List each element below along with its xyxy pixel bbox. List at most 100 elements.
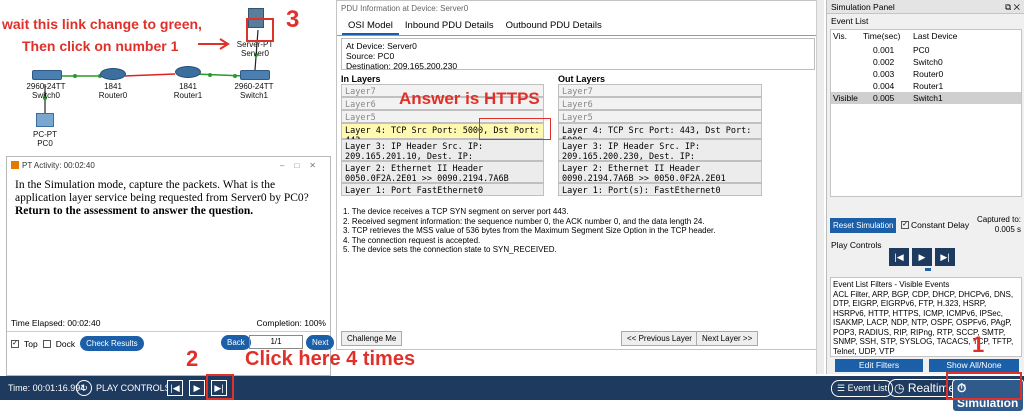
annotation-number-3: 3: [286, 6, 300, 33]
filters-list: ACL Filter, ARP, BGP, CDP, DHCP, DHCPv6,…: [833, 289, 1014, 356]
tab-outbound-pdu[interactable]: Outbound PDU Details: [500, 18, 608, 35]
constant-delay-checkbox[interactable]: ✓: [901, 221, 909, 229]
dock-checkbox[interactable]: [42, 339, 51, 348]
simulation-time: Time: 00:01:16.994: [8, 383, 86, 393]
out-layer-4[interactable]: Layer 4: TCP Src Port: 443, Dst Port: 50…: [558, 123, 762, 146]
dock-label: Dock: [55, 338, 76, 349]
activity-title: PT Activity: 00:02:40: [22, 160, 95, 170]
captured-to-value: 0.005 s: [994, 225, 1021, 234]
simulation-panel: Simulation Panel ⧉ ✕ Event List Vis. Tim…: [826, 0, 1024, 374]
in-layer-1[interactable]: Layer 1: Port FastEthernet0: [341, 183, 544, 196]
in-layer-3[interactable]: Layer 3: IP Header Src. IP: 209.165.201.…: [341, 139, 544, 172]
packet-tracer-icon: [11, 161, 19, 169]
in-layer-2[interactable]: Layer 2: Ethernet II Header 0050.0F2A.2E…: [341, 161, 544, 184]
table-row[interactable]: 0.003 Router0: [831, 68, 1021, 80]
sim-panel-header: Simulation Panel ⧉ ✕: [827, 0, 1024, 14]
constant-delay-label: Constant Delay: [911, 220, 970, 230]
back-step-icon[interactable]: |◀: [167, 380, 183, 396]
annotation-click-here: Click here 4 times: [245, 348, 416, 370]
source: Source: PC0: [346, 51, 395, 61]
out-layer-5[interactable]: Layer5: [558, 110, 762, 123]
captured-to-label: Captured to:: [976, 215, 1021, 224]
table-row[interactable]: 0.002 Switch0: [831, 56, 1021, 68]
tab-inbound-pdu[interactable]: Inbound PDU Details: [399, 18, 500, 35]
bottom-toolbar: Time: 00:01:16.994 ↻ PLAY CONTROLS: |◀ ▶…: [0, 372, 1024, 412]
time-elapsed: Time Elapsed: 00:02:40: [11, 318, 101, 328]
router-icon[interactable]: [100, 68, 126, 80]
annotation-number-2: 2: [186, 346, 199, 371]
list-icon: ☰: [837, 383, 848, 393]
event-list-table: Vis. Time(sec) Last Device 0.001 PC0 0.00…: [830, 29, 1022, 197]
out-layer-2[interactable]: Layer 2: Ethernet II Header 0090.2194.7A…: [558, 161, 762, 184]
detail-line: 2. Received segment information: the seq…: [343, 216, 705, 226]
detail-line: 3. TCP retrieves the MSS value of 536 by…: [343, 226, 716, 235]
pdu-window-title: PDU Information at Device: Server0: [341, 4, 469, 13]
at-device: At Device: Server0: [346, 41, 417, 51]
annotation-number-1: 1: [972, 332, 985, 357]
switch-icon[interactable]: [32, 70, 62, 80]
device-info-box: At Device: Server0 Source: PC0 Destinati…: [341, 38, 815, 71]
out-layer-1[interactable]: Layer 1: Port(s): FastEthernet0: [558, 183, 762, 196]
annotation-then-click-text: Then click on number 1: [22, 38, 179, 54]
tab-osi-model[interactable]: OSI Model: [342, 18, 399, 35]
workspace-scrollbar[interactable]: [816, 0, 824, 374]
activity-question: In the Simulation mode, capture the pack…: [15, 179, 309, 204]
event-list-button[interactable]: ☰ Event List: [831, 380, 894, 397]
completion: Completion: 100%: [256, 318, 326, 328]
panel-play-controls: |◀ ▶ ▶|: [889, 248, 955, 266]
topology-workspace[interactable]: 2960-24TT Switch0 1841 Router0 1841 Router1…: [0, 0, 335, 152]
pdu-window: PDU Information at Device: Server0 OSI M…: [336, 0, 821, 350]
col-last-device: Last Device: [913, 31, 958, 41]
pdu-details: 1. The device receives a TCP SYN segment…: [343, 207, 813, 255]
table-row-selected[interactable]: Visible 0.005 Switch1: [831, 92, 1021, 104]
switch0-label: 2960-24TT Switch0: [26, 82, 66, 100]
detail-line: 5. The device sets the connection state …: [343, 245, 557, 254]
activity-instruction: Return to the assessment to answer the q…: [15, 205, 254, 217]
page-indicator: 1/1: [249, 335, 303, 349]
reset-time-icon[interactable]: ↻: [76, 380, 92, 396]
window-controls[interactable]: –□✕: [280, 161, 326, 170]
annotation-answer: Answer is HTTPS: [399, 89, 540, 108]
speed-slider[interactable]: [925, 268, 931, 271]
router1-label: 1841 Router1: [173, 82, 203, 100]
annotation-box-forward: [206, 374, 234, 400]
close-icon[interactable]: ⧉ ✕: [1005, 2, 1020, 12]
previous-layer-button[interactable]: << Previous Layer: [621, 331, 698, 346]
out-layers-title: Out Layers: [558, 74, 606, 84]
table-row[interactable]: 0.004 Router1: [831, 80, 1021, 92]
pc0-label: PC-PT PC0: [33, 130, 57, 148]
challenge-me-button[interactable]: Challenge Me: [341, 331, 403, 346]
event-list-label: Event List: [831, 16, 869, 26]
detail-line: 4. The connection request is accepted.: [343, 235, 481, 245]
annotation-box-dst-port: [479, 118, 551, 140]
play-icon[interactable]: ▶: [189, 380, 205, 396]
filters-title: Event List Filters - Visible Events: [833, 280, 950, 289]
annotation-box-server: [246, 18, 274, 42]
clock-icon: ◷: [894, 381, 908, 395]
check-results-button[interactable]: Check Results: [80, 336, 144, 351]
switch-icon[interactable]: [240, 70, 270, 80]
col-time: Time(sec): [863, 31, 901, 41]
reset-simulation-button[interactable]: Reset Simulation: [830, 218, 897, 233]
annotation-wait-text: wait this link change to green,: [2, 16, 202, 32]
next-layer-button[interactable]: Next Layer >>: [696, 331, 759, 346]
show-all-none-button[interactable]: Show All/None: [929, 359, 1019, 372]
out-layer-7[interactable]: Layer7: [558, 84, 762, 97]
router-icon[interactable]: [175, 66, 201, 78]
pc-icon[interactable]: [36, 113, 54, 127]
sim-panel-title: Simulation Panel: [831, 2, 895, 12]
event-filters-box: Event List Filters - Visible Events ACL …: [830, 277, 1022, 357]
out-layer-6[interactable]: Layer6: [558, 97, 762, 110]
top-checkbox[interactable]: ✓: [11, 339, 19, 348]
forward-step-icon[interactable]: ▶|: [935, 248, 955, 266]
play-icon[interactable]: ▶: [912, 248, 932, 266]
detail-line: 1. The device receives a TCP SYN segment…: [343, 207, 569, 216]
out-layer-3[interactable]: Layer 3: IP Header Src. IP: 209.165.200.…: [558, 139, 762, 172]
table-row[interactable]: 0.001 PC0: [831, 44, 1021, 56]
activity-titlebar: PT Activity: 00:02:40 –□✕: [7, 157, 330, 173]
annotation-box-simulation: [946, 372, 1022, 400]
play-controls-label: Play Controls: [831, 240, 882, 250]
edit-filters-button[interactable]: Edit Filters: [835, 359, 923, 372]
activity-window: PT Activity: 00:02:40 –□✕ In the Simulat…: [6, 156, 335, 376]
back-step-icon[interactable]: |◀: [889, 248, 909, 266]
